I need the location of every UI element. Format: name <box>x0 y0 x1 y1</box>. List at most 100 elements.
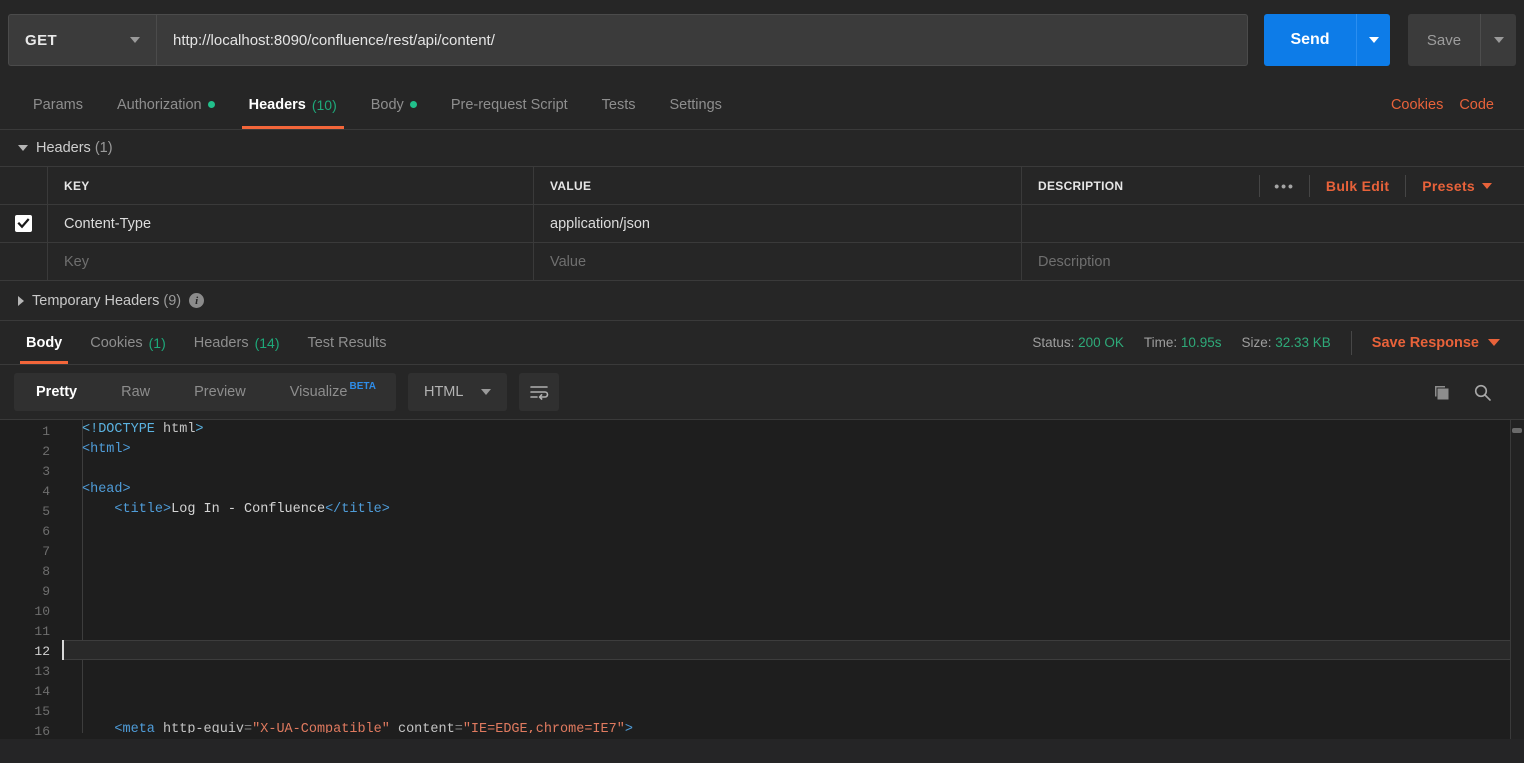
code-line[interactable] <box>62 680 1524 700</box>
code-line[interactable] <box>62 620 1524 640</box>
headers-table-actions: ••• Bulk Edit Presets <box>1259 167 1508 204</box>
chevron-down-icon <box>481 389 492 395</box>
code-vertical-scrollbar[interactable] <box>1510 420 1524 739</box>
view-mode-label: Visualize <box>289 384 348 400</box>
tab-headers[interactable]: Headers (10) <box>232 80 354 129</box>
view-mode-preview[interactable]: Preview <box>172 373 268 411</box>
code-line[interactable] <box>62 640 1524 660</box>
tab-count: (14) <box>254 334 280 351</box>
search-icon <box>1474 384 1491 401</box>
beta-badge: BETA <box>349 380 376 392</box>
tab-label: Body <box>26 334 63 351</box>
code-line[interactable] <box>62 460 1524 480</box>
header-value-cell[interactable]: application/json <box>534 205 1022 242</box>
request-url-input[interactable] <box>156 14 1248 66</box>
code-line[interactable] <box>62 560 1524 580</box>
code-line[interactable] <box>62 600 1524 620</box>
response-tab-cookies[interactable]: Cookies (1) <box>76 321 180 364</box>
presets-label: Presets <box>1422 177 1475 194</box>
header-key-cell[interactable]: Content-Type <box>48 205 534 242</box>
copy-button[interactable] <box>1432 383 1451 402</box>
code-line[interactable]: <!DOCTYPE html> <box>62 420 1524 440</box>
code-horizontal-scrollbar[interactable] <box>62 733 1510 739</box>
tab-pre-request-script[interactable]: Pre-request Script <box>434 80 585 129</box>
response-body-code-viewer[interactable]: 1 2 3 4 5 6 7 8 9 10 11 12 13 14 15 16 <!DOCTYPE html> <… <box>0 419 1524 739</box>
code-token: > <box>195 422 204 437</box>
tab-label: Body <box>370 96 404 113</box>
tab-body[interactable]: Body <box>354 80 434 129</box>
response-tab-headers[interactable]: Headers (14) <box>180 321 294 364</box>
row-checkbox-cell <box>0 205 48 242</box>
presets-button[interactable]: Presets <box>1406 178 1508 194</box>
table-row: Content-Type application/json <box>0 205 1524 243</box>
save-button-group: Save <box>1408 14 1516 66</box>
tab-label: Settings <box>669 96 722 113</box>
view-mode-label: Preview <box>194 384 246 400</box>
header-description-cell[interactable] <box>1022 205 1524 242</box>
chevron-down-icon <box>1488 339 1500 346</box>
code-line[interactable] <box>62 540 1524 560</box>
code-line[interactable] <box>62 520 1524 540</box>
tab-authorization[interactable]: Authorization <box>100 80 232 129</box>
language-selector[interactable]: HTML <box>407 373 508 411</box>
response-tab-test-results[interactable]: Test Results <box>293 321 400 364</box>
code-line-number: 1 <box>42 424 50 439</box>
code-line[interactable] <box>62 580 1524 600</box>
headers-section-toggle[interactable]: Headers (1) <box>0 130 1524 166</box>
tab-count: (1) <box>148 334 166 351</box>
new-header-description-input[interactable]: Description <box>1022 243 1524 280</box>
response-tab-body[interactable]: Body <box>12 321 76 364</box>
new-header-key-input[interactable]: Key <box>48 243 534 280</box>
code-content[interactable]: <!DOCTYPE html> <html> <head> <title>Log … <box>62 420 1524 739</box>
http-method-label: GET <box>25 31 58 49</box>
column-header-description-label: DESCRIPTION <box>1038 178 1124 193</box>
view-mode-pretty[interactable]: Pretty <box>14 373 99 411</box>
code-token: Log In - Confluence <box>171 502 326 517</box>
viewer-toolbar-actions <box>1432 383 1510 402</box>
code-token: </title> <box>325 502 390 517</box>
temporary-headers-toggle[interactable]: Temporary Headers (9) i <box>0 281 1524 321</box>
code-line[interactable]: <title>Log In - Confluence</title> <box>62 500 1524 520</box>
http-method-selector[interactable]: GET <box>8 14 156 66</box>
column-header-key: KEY <box>48 167 534 204</box>
scrollbar-thumb[interactable] <box>1512 428 1522 433</box>
code-line-number: 12 <box>34 644 50 659</box>
send-options-button[interactable] <box>1356 14 1390 66</box>
request-url-bar: GET Send Save <box>0 0 1524 80</box>
tab-tests[interactable]: Tests <box>585 80 653 129</box>
more-options-icon[interactable]: ••• <box>1260 178 1309 194</box>
tab-settings[interactable]: Settings <box>653 80 739 129</box>
code-line[interactable] <box>62 660 1524 680</box>
search-button[interactable] <box>1473 383 1492 402</box>
code-token: <!DOCTYPE <box>82 422 164 437</box>
table-row-new: Key Value Description <box>0 243 1524 281</box>
view-mode-visualize[interactable]: Visualize BETA <box>268 373 396 411</box>
size-badge: Size: 32.33 KB <box>1241 335 1330 350</box>
code-link[interactable]: Code <box>1459 97 1494 113</box>
info-icon[interactable]: i <box>189 293 205 308</box>
code-line[interactable]: <head> <box>62 480 1524 500</box>
request-tab-bar-actions: Cookies Code <box>1391 80 1508 129</box>
text-wrap-toggle[interactable] <box>519 373 560 411</box>
send-button[interactable]: Send <box>1264 14 1356 66</box>
bulk-edit-button[interactable]: Bulk Edit <box>1310 178 1405 194</box>
status-dot-icon <box>207 101 215 108</box>
divider <box>1350 330 1352 355</box>
code-line[interactable] <box>62 700 1524 720</box>
tab-params[interactable]: Params <box>16 80 100 129</box>
save-button[interactable]: Save <box>1408 14 1480 66</box>
new-header-value-input[interactable]: Value <box>534 243 1022 280</box>
save-response-button[interactable]: Save Response <box>1372 335 1500 351</box>
cookies-link[interactable]: Cookies <box>1391 97 1443 113</box>
headers-section-count: (1) <box>94 140 113 156</box>
row-checkbox[interactable] <box>15 215 32 232</box>
headers-section-label: Headers <box>36 140 91 156</box>
save-options-button[interactable] <box>1480 14 1516 66</box>
code-line[interactable]: <html> <box>62 440 1524 460</box>
temporary-headers-count: (9) <box>163 292 182 309</box>
chevron-down-icon <box>130 37 140 43</box>
response-viewer-toolbar: Pretty Raw Preview Visualize BETA HTML <box>0 365 1524 419</box>
request-tab-bar: Params Authorization Headers (10) Body P… <box>0 80 1524 130</box>
view-mode-raw[interactable]: Raw <box>99 373 172 411</box>
code-line-numbers: 1 2 3 4 5 6 7 8 9 10 11 12 13 14 15 16 <box>0 420 62 739</box>
